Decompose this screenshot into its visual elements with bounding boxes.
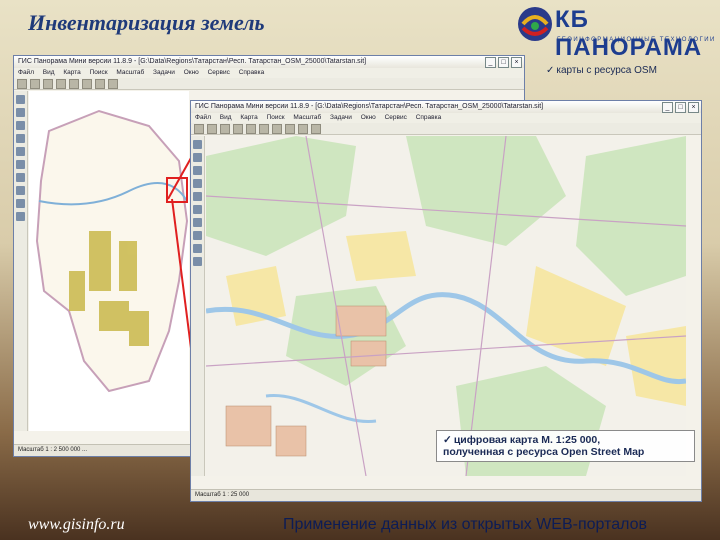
minimize-button[interactable]: _: [662, 102, 673, 113]
save-icon[interactable]: [30, 79, 40, 89]
maximize-button[interactable]: □: [675, 102, 686, 113]
menu-help[interactable]: Справка: [416, 114, 442, 121]
menu-search[interactable]: Поиск: [90, 69, 108, 76]
tatarstan-overview-map[interactable]: [29, 91, 189, 431]
pencil-icon[interactable]: [16, 95, 25, 104]
zoom-in-icon[interactable]: [233, 124, 243, 134]
osm-label: карты с ресурса OSM: [556, 65, 657, 76]
footer-url[interactable]: www.gisinfo.ru: [28, 516, 125, 534]
menu-scale[interactable]: Масштаб: [116, 69, 144, 76]
osm-label-callout: ✓ карты с ресурса OSM: [540, 62, 663, 79]
selection-frame: [166, 177, 188, 203]
line-icon[interactable]: [16, 173, 25, 182]
measure-icon[interactable]: [16, 121, 25, 130]
window-front-left-toolbar: [191, 136, 205, 476]
digital-map-line1: цифровая карта М. 1:25 000,: [453, 434, 601, 446]
minimize-button[interactable]: _: [485, 57, 496, 68]
slide-title: Инвентаризация земель: [28, 10, 265, 35]
menu-service[interactable]: Сервис: [385, 114, 407, 121]
close-button[interactable]: ×: [511, 57, 522, 68]
window-back-titlebar: ГИС Панорама Мини версии 11.8.9 - [G:\Da…: [14, 56, 524, 68]
zoom-out-icon[interactable]: [69, 79, 79, 89]
table-icon[interactable]: [16, 199, 25, 208]
check-icon: ✓: [443, 434, 452, 446]
zoom-out-icon[interactable]: [246, 124, 256, 134]
logo-text: КБ ПАНОРАМА: [555, 6, 703, 61]
window-front-titlebar: ГИС Панорама Мини версии 11.8.9 - [G:\Da…: [191, 101, 701, 113]
pencil-icon[interactable]: [193, 140, 202, 149]
check-icon: ✓: [546, 65, 555, 76]
menu-scale[interactable]: Масштаб: [293, 114, 321, 121]
filter-icon[interactable]: [16, 212, 25, 221]
logo-subtitle: ГЕОИНФОРМАЦИОННЫЕ ТЕХНОЛОГИИ: [557, 37, 716, 43]
menu-file[interactable]: Файл: [18, 69, 34, 76]
menu-service[interactable]: Сервис: [208, 69, 230, 76]
text-icon[interactable]: [193, 231, 202, 240]
open-icon[interactable]: [194, 124, 204, 134]
open-icon[interactable]: [17, 79, 27, 89]
close-button[interactable]: ×: [688, 102, 699, 113]
point-icon[interactable]: [16, 160, 25, 169]
maximize-button[interactable]: □: [498, 57, 509, 68]
settings-icon[interactable]: [311, 124, 321, 134]
polygon-icon[interactable]: [193, 192, 202, 201]
menu-file[interactable]: Файл: [195, 114, 211, 121]
ruler-icon[interactable]: [16, 134, 25, 143]
menu-tasks[interactable]: Задачи: [330, 114, 352, 121]
search-icon[interactable]: [285, 124, 295, 134]
layers-icon[interactable]: [95, 79, 105, 89]
print-icon[interactable]: [220, 124, 230, 134]
menu-tasks[interactable]: Задачи: [153, 69, 175, 76]
layers-icon[interactable]: [272, 124, 282, 134]
logo-emblem-icon: [518, 7, 552, 41]
pan-icon[interactable]: [82, 79, 92, 89]
menu-view[interactable]: Вид: [43, 69, 55, 76]
point-icon[interactable]: [193, 205, 202, 214]
menu-view[interactable]: Вид: [220, 114, 232, 121]
window-back-left-toolbar: [14, 91, 28, 431]
menu-map[interactable]: Карта: [63, 69, 80, 76]
measure-icon[interactable]: [193, 166, 202, 175]
window-back-title: ГИС Панорама Мини версии 11.8.9 - [G:\Da…: [18, 58, 367, 65]
menu-window[interactable]: Окно: [184, 69, 199, 76]
digital-map-callout: ✓ цифровая карта М. 1:25 000, полученная …: [436, 430, 695, 462]
ruler-icon[interactable]: [193, 179, 202, 188]
print-icon[interactable]: [43, 79, 53, 89]
text-icon[interactable]: [16, 186, 25, 195]
window-front-menubar: Файл Вид Карта Поиск Масштаб Задачи Окно…: [191, 113, 701, 123]
osm-detail-map[interactable]: [206, 136, 686, 476]
save-icon[interactable]: [207, 124, 217, 134]
footer-caption: Применение данных из открытых WEB-портал…: [283, 516, 648, 533]
digital-map-line2: полученная с ресурса Open Street Map: [443, 446, 645, 458]
select-icon[interactable]: [193, 153, 202, 162]
window-front-statusbar: Масштаб 1 : 25 000: [191, 489, 701, 501]
menu-help[interactable]: Справка: [239, 69, 265, 76]
logo: КБ ПАНОРАМА ГЕОИНФОРМАЦИОННЫЕ ТЕХНОЛОГИИ: [515, 2, 716, 61]
menu-map[interactable]: Карта: [240, 114, 257, 121]
menu-window[interactable]: Окно: [361, 114, 376, 121]
polygon-icon[interactable]: [16, 147, 25, 156]
menu-search[interactable]: Поиск: [267, 114, 285, 121]
search-icon[interactable]: [108, 79, 118, 89]
filter-icon[interactable]: [193, 257, 202, 266]
window-front-title: ГИС Панорама Мини версии 11.8.9 - [G:\Da…: [195, 103, 544, 110]
window-back-menubar: Файл Вид Карта Поиск Масштаб Задачи Окно…: [14, 68, 524, 78]
window-front-toolbar: [191, 123, 701, 135]
info-icon[interactable]: [298, 124, 308, 134]
window-back-toolbar: [14, 78, 524, 90]
pan-icon[interactable]: [259, 124, 269, 134]
table-icon[interactable]: [193, 244, 202, 253]
line-icon[interactable]: [193, 218, 202, 227]
select-icon[interactable]: [16, 108, 25, 117]
zoom-in-icon[interactable]: [56, 79, 66, 89]
